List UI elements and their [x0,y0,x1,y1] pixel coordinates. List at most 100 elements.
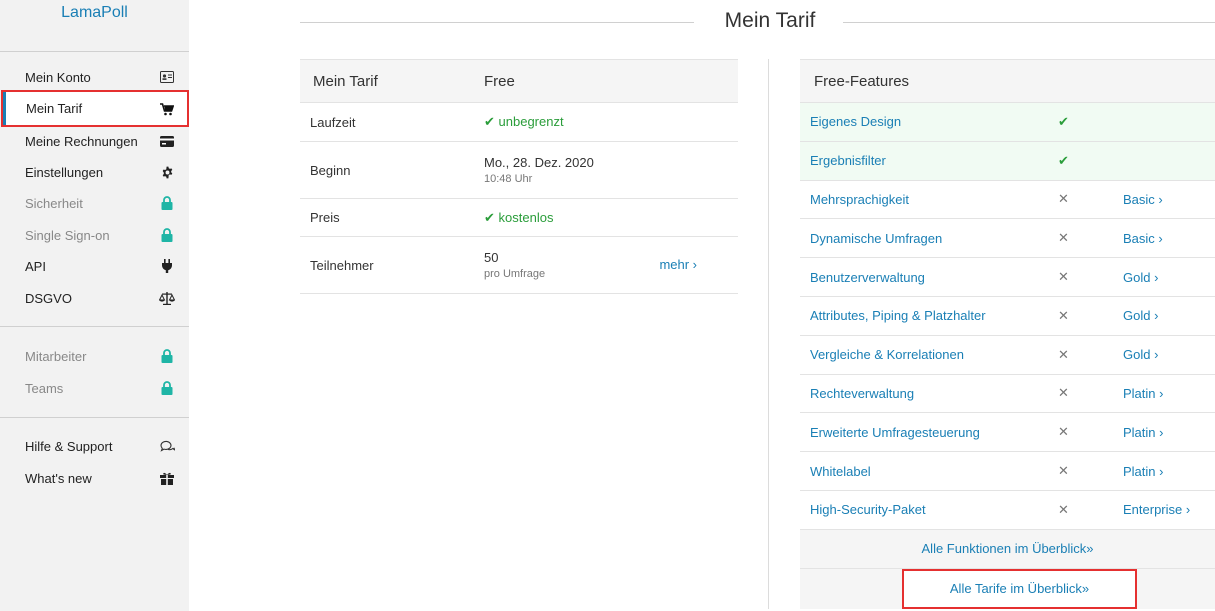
check-icon: ✔ [1058,113,1069,129]
feature-row: Benutzerverwaltung ✕ Gold › [800,258,1215,297]
app-logo[interactable]: LamaPoll [0,4,189,22]
all-tariffs-row: Alle Tarife im Überblick» [800,568,1215,609]
feature-link[interactable]: Dynamische Umfragen [800,231,1058,246]
sidebar-item-mein-konto[interactable]: Mein Konto [0,63,189,91]
feature-row: Whitelabel ✕ Platin › [800,452,1215,491]
tarif-row-beginn: Beginn Mo., 28. Dez. 2020 10:48 Uhr [300,142,738,199]
feature-plan-link[interactable]: Platin › [1123,386,1163,401]
sidebar-item-label: Hilfe & Support [25,438,113,454]
sidebar-item-sicherheit[interactable]: Sicherheit [0,189,189,217]
cross-icon: ✕ [1058,501,1069,517]
tarif-row-laufzeit: Laufzeit ✔ unbegrenzt [300,103,738,142]
tarif-row-teilnehmer: Teilnehmer 50 pro Umfrage mehr › [300,237,738,294]
feature-plan-link[interactable]: Platin › [1123,464,1163,479]
feature-plan-link[interactable]: Enterprise › [1123,502,1190,517]
feature-row: Eigenes Design ✔ [800,103,1215,142]
feature-plan-link[interactable]: Basic › [1123,192,1163,207]
cross-icon: ✕ [1058,191,1069,207]
cross-icon: ✕ [1058,463,1069,479]
all-tariffs-link[interactable]: Alle Tarife im Überblick» [902,568,1137,609]
sidebar-divider [0,417,189,418]
sidebar-item-meine-rechnungen[interactable]: Meine Rechnungen [0,127,189,155]
sidebar-divider [0,51,189,52]
features-header: Free-Features [800,59,1215,103]
tarif-header-label: Mein Tarif [313,72,378,90]
title-rule-left [300,22,694,23]
feature-link[interactable]: Eigenes Design [800,114,1058,129]
cart-icon [159,101,175,117]
sidebar-item-hilfe-support[interactable]: Hilfe & Support [0,432,189,460]
lock-icon [159,195,175,211]
sidebar-item-label: Mitarbeiter [25,348,87,364]
feature-row: Dynamische Umfragen ✕ Basic › [800,219,1215,259]
feature-plan-link[interactable]: Platin › [1123,425,1163,440]
sidebar-item-whats-new[interactable]: What's new [0,464,189,492]
sidebar-item-label: Meine Rechnungen [25,133,138,149]
tarif-row-value: ✔ unbegrenzt [484,114,564,129]
feature-row: Ergebnisfilter ✔ [800,141,1215,181]
check-icon: ✔ [484,209,495,225]
check-icon: ✔ [484,114,495,129]
sidebar-item-label: Mein Tarif [26,101,83,116]
feature-link[interactable]: Rechteverwaltung [800,386,1058,401]
feature-plan-link[interactable]: Gold › [1123,347,1158,362]
sidebar-item-label: Single Sign-on [25,227,110,243]
sidebar-item-teams[interactable]: Teams [0,374,189,402]
feature-plan-link[interactable]: Gold › [1123,270,1158,285]
id-card-icon [159,69,175,85]
scale-icon [159,290,175,306]
mehr-link[interactable]: mehr › [659,257,697,272]
tarif-row-label: Beginn [310,162,351,178]
gear-icon [159,164,175,180]
plug-icon [159,258,175,274]
cross-icon: ✕ [1058,346,1069,362]
chat-icon [159,438,175,454]
all-functions-link[interactable]: Alle Funktionen im Überblick» [800,529,1215,569]
sidebar-item-einstellungen[interactable]: Einstellungen [0,158,189,186]
tarif-row-value: 50 pro Umfrage [484,250,546,280]
feature-row: High-Security-Paket ✕ Enterprise › [800,491,1215,530]
lock-icon [159,227,175,243]
feature-link[interactable]: Vergleiche & Korrelationen [800,347,1058,362]
sidebar-item-mitarbeiter[interactable]: Mitarbeiter [0,342,189,370]
tarif-row-label: Teilnehmer [310,257,374,273]
title-rule-right [843,22,1215,23]
tarif-table: Mein Tarif Free Laufzeit ✔ unbegrenzt Be… [300,59,738,294]
feature-link[interactable]: Ergebnisfilter [800,153,1058,168]
feature-row: Erweiterte Umfragesteuerung ✕ Platin › [800,413,1215,453]
page-title: Mein Tarif [724,9,816,32]
sidebar-item-label: Teams [25,380,64,396]
sidebar: LamaPoll Mein Konto Mein Tarif Meine Rec… [0,0,189,611]
feature-plan-link[interactable]: Gold › [1123,308,1158,323]
feature-link[interactable]: Erweiterte Umfragesteuerung [800,425,1058,440]
gift-icon [159,470,175,486]
feature-plan-link[interactable]: Basic › [1123,231,1163,246]
lock-icon [159,380,175,396]
sidebar-item-label: DSGVO [25,290,72,306]
feature-link[interactable]: Whitelabel [800,464,1058,479]
cross-icon: ✕ [1058,307,1069,323]
sidebar-item-mein-tarif[interactable]: Mein Tarif [1,90,189,127]
feature-link[interactable]: Attributes, Piping & Platzhalter [800,308,1058,323]
cross-icon: ✕ [1058,269,1069,285]
column-divider [768,59,769,609]
check-icon: ✔ [1058,152,1069,168]
credit-card-icon [159,133,175,149]
features-table: Free-Features Eigenes Design ✔ Ergebnisf… [800,59,1215,609]
sidebar-item-single-sign-on[interactable]: Single Sign-on [0,221,189,249]
tarif-row-value: ✔ kostenlos [484,209,554,225]
sidebar-item-api[interactable]: API [0,252,189,280]
feature-row: Rechteverwaltung ✕ Platin › [800,375,1215,414]
sidebar-item-label: Mein Konto [25,69,91,85]
tarif-row-value: Mo., 28. Dez. 2020 10:48 Uhr [484,155,594,185]
tarif-row-label: Preis [310,210,340,225]
feature-link[interactable]: Mehrsprachigkeit [800,192,1058,207]
lock-icon [159,348,175,364]
feature-row: Attributes, Piping & Platzhalter ✕ Gold … [800,297,1215,336]
feature-link[interactable]: High-Security-Paket [800,502,1058,517]
tarif-table-header: Mein Tarif Free [300,59,738,103]
cross-icon: ✕ [1058,230,1069,246]
feature-link[interactable]: Benutzerverwaltung [800,270,1058,285]
sidebar-item-dsgvo[interactable]: DSGVO [0,284,189,312]
cross-icon: ✕ [1058,424,1069,440]
